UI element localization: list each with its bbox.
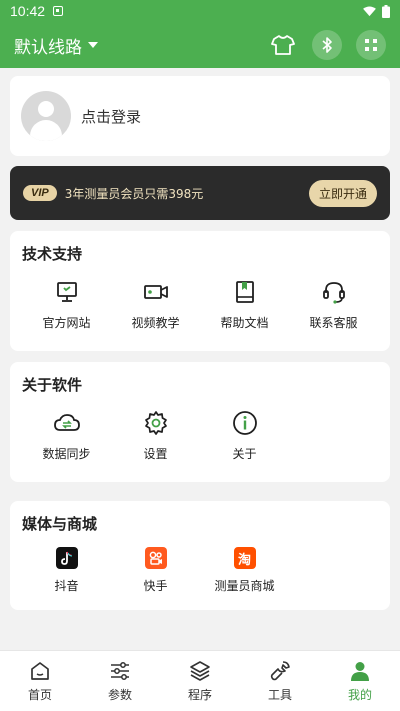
douyin-item[interactable]: 抖音 — [22, 544, 111, 594]
info-icon — [232, 411, 257, 435]
about-item[interactable]: 关于 — [200, 409, 289, 462]
taobao-icon: 淘 — [233, 547, 256, 569]
status-bar: 10:42 — [0, 0, 400, 22]
about-item-label: 设置 — [143, 447, 168, 461]
nav-label: 首页 — [27, 688, 52, 702]
bluetooth-button[interactable] — [312, 30, 342, 60]
sliders-icon — [111, 662, 129, 680]
nav-label: 程序 — [187, 688, 212, 702]
status-icons — [363, 4, 390, 18]
nav-program[interactable]: 程序 — [160, 651, 240, 711]
tshirt-button[interactable] — [268, 30, 298, 60]
media-grid: 抖音 快手 淘 测量员商城 — [22, 544, 378, 594]
app-bar-actions — [268, 30, 386, 60]
about-title: 关于软件 — [22, 376, 83, 394]
video-camera-icon — [143, 285, 168, 299]
headset-icon — [322, 282, 345, 304]
media-title: 媒体与商城 — [22, 515, 98, 533]
nav-tools[interactable]: 工具 — [240, 651, 320, 711]
nav-mine[interactable]: 我的 — [320, 651, 400, 711]
wifi-icon — [363, 5, 376, 16]
avatar-head — [38, 101, 54, 117]
nav-params[interactable]: 参数 — [80, 651, 160, 711]
login-card[interactable]: 点击登录 — [10, 76, 390, 156]
nav-home[interactable]: 首页 — [0, 651, 80, 711]
chevron-down-icon — [88, 42, 98, 48]
support-grid: 官方网站 视频教学 帮助文档 联系客服 — [22, 278, 378, 331]
support-item-label: 官方网站 — [42, 316, 91, 330]
bottom-nav: 首页 参数 程序 工具 我的 — [0, 650, 400, 711]
book-icon — [235, 281, 254, 303]
battery-icon — [382, 4, 390, 18]
about-section: 关于软件 数据同步 设置 关于 — [10, 362, 390, 482]
douyin-icon — [55, 547, 78, 569]
help-docs-item[interactable]: 帮助文档 — [200, 278, 289, 331]
settings-item[interactable]: 设置 — [111, 409, 200, 462]
app-bar: 默认线路 — [0, 22, 400, 68]
tshirt-icon — [271, 35, 295, 55]
person-icon — [351, 662, 369, 681]
support-item-label: 帮助文档 — [220, 316, 269, 330]
video-tutorial-item[interactable]: 视频教学 — [111, 278, 200, 331]
sim-card-icon — [53, 6, 64, 16]
support-item-label: 视频教学 — [131, 316, 180, 330]
official-website-item[interactable]: 官方网站 — [22, 278, 111, 331]
scan-icon — [365, 39, 377, 51]
route-label: 默认线路 — [14, 37, 82, 58]
support-section: 技术支持 官方网站 视频教学 帮助文档 联系客服 — [10, 231, 390, 351]
avatar — [21, 91, 71, 141]
vip-banner[interactable]: VIP 3年测量员会员只需398元 立即开通 — [10, 166, 390, 220]
main-content: 点击登录 VIP 3年测量员会员只需398元 立即开通 技术支持 官方网站 视频… — [0, 68, 400, 650]
media-item-label: 测量员商城 — [214, 579, 275, 593]
avatar-body — [30, 120, 62, 141]
status-time: 10:42 — [10, 3, 46, 19]
support-item-label: 联系客服 — [309, 316, 358, 330]
route-selector[interactable]: 默认线路 — [14, 33, 98, 58]
store-item[interactable]: 淘 测量员商城 — [200, 544, 289, 594]
nav-label: 工具 — [267, 688, 292, 702]
about-grid: 数据同步 设置 关于 — [22, 409, 378, 462]
nav-label: 我的 — [347, 688, 372, 702]
gear-icon — [144, 411, 167, 435]
bluetooth-icon — [322, 37, 332, 53]
monitor-icon — [56, 282, 77, 302]
login-prompt: 点击登录 — [81, 107, 142, 126]
media-item-label: 抖音 — [54, 579, 79, 593]
vip-offer-text: 3年测量员会员只需398元 — [64, 186, 204, 201]
cloud-sync-icon — [53, 414, 80, 431]
vip-badge: VIP — [23, 185, 57, 201]
layers-icon — [190, 661, 210, 681]
kuaishou-icon — [144, 547, 167, 569]
wrench-icon — [270, 661, 290, 681]
media-item-label: 快手 — [143, 579, 168, 593]
home-icon — [31, 662, 49, 680]
data-sync-item[interactable]: 数据同步 — [22, 409, 111, 462]
about-item-label: 关于 — [232, 447, 257, 461]
media-section: 媒体与商城 抖音 快手 淘 测量员商城 — [10, 501, 390, 610]
nav-label: 参数 — [107, 688, 132, 702]
scan-button[interactable] — [356, 30, 386, 60]
vip-open-button[interactable]: 立即开通 — [308, 179, 377, 207]
contact-support-item[interactable]: 联系客服 — [289, 278, 378, 331]
about-item-label: 数据同步 — [42, 447, 91, 461]
kuaishou-item[interactable]: 快手 — [111, 544, 200, 594]
support-title: 技术支持 — [22, 245, 83, 263]
